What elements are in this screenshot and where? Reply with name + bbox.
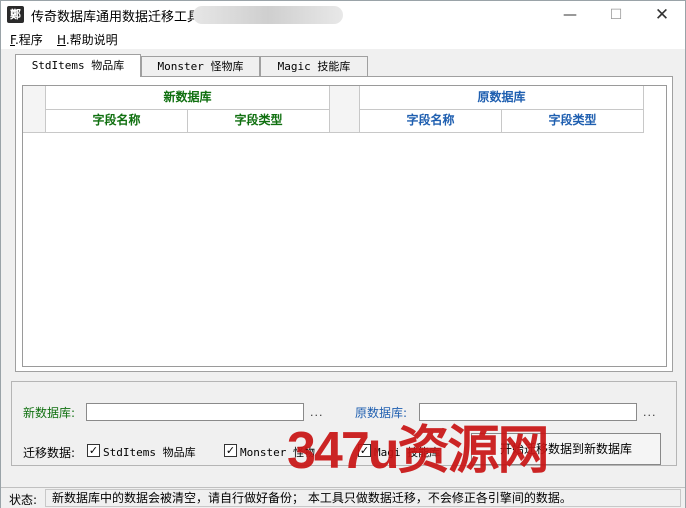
tab-stditems[interactable]: StdItems 物品库 <box>15 54 141 77</box>
field-mapping-grid[interactable]: 新数据库 字段名称 字段类型 原数据库 字段名称 字段类型 <box>22 85 667 367</box>
stditems-checkbox-label: StdItems 物品库 <box>103 446 196 459</box>
orig-db-group-header: 原数据库 <box>360 86 644 110</box>
row-header-corner-middle <box>330 86 360 133</box>
menu-program-label: .程序 <box>14 33 43 47</box>
orig-db-field-name-header[interactable]: 字段名称 <box>360 110 502 133</box>
orig-db-browse-button[interactable]: ... <box>643 406 657 419</box>
stditems-checkbox[interactable]: ✓ <box>87 444 100 457</box>
new-db-group-header: 新数据库 <box>46 86 330 110</box>
new-db-field-name-header[interactable]: 字段名称 <box>46 110 188 133</box>
watermark-text: 347u资源网 <box>287 422 550 480</box>
tab-magic[interactable]: Magic 技能库 <box>260 56 368 77</box>
orig-db-path-input[interactable] <box>419 403 637 421</box>
close-button[interactable]: ✕ <box>639 1 685 29</box>
tab-panel: 新数据库 字段名称 字段类型 原数据库 字段名称 字段类型 <box>15 76 673 372</box>
blurred-region <box>193 6 343 24</box>
minimize-button[interactable]: — <box>547 1 593 29</box>
migrate-label: 迁移数据: <box>23 446 76 460</box>
title-bar[interactable]: 鄭 传奇数据库通用数据迁移工具 — ☐ ✕ <box>1 1 685 29</box>
status-bar: 状态: 新数据库中的数据会被清空，请自行做好备份； 本工具只做数据迁移，不会修正… <box>1 487 685 508</box>
menu-help[interactable]: H.帮助说明 <box>57 31 118 48</box>
orig-db-label: 原数据库: <box>355 406 408 420</box>
app-icon: 鄭 <box>7 6 24 23</box>
new-db-field-type-header[interactable]: 字段类型 <box>188 110 330 133</box>
app-window: 鄭 传奇数据库通用数据迁移工具 — ☐ ✕ F.程序 H.帮助说明 StdIte… <box>0 0 686 508</box>
row-header-corner-left <box>23 86 46 133</box>
new-db-label: 新数据库: <box>23 406 76 420</box>
menu-bar: F.程序 H.帮助说明 <box>1 29 685 49</box>
orig-db-field-type-header[interactable]: 字段类型 <box>502 110 644 133</box>
monster-checkbox[interactable]: ✓ <box>224 444 237 457</box>
status-label: 状态: <box>9 493 38 507</box>
tab-monster[interactable]: Monster 怪物库 <box>141 56 260 77</box>
menu-program[interactable]: F.程序 <box>10 31 43 48</box>
menu-help-hotkey: H <box>57 33 66 47</box>
window-title: 传奇数据库通用数据迁移工具 <box>31 10 201 25</box>
status-message: 新数据库中的数据会被清空，请自行做好备份； 本工具只做数据迁移，不会修正各引擎间… <box>45 489 681 507</box>
menu-help-label: .帮助说明 <box>65 33 118 47</box>
new-db-browse-button[interactable]: ... <box>310 406 324 419</box>
new-db-path-input[interactable] <box>86 403 304 421</box>
maximize-button[interactable]: ☐ <box>593 1 639 29</box>
